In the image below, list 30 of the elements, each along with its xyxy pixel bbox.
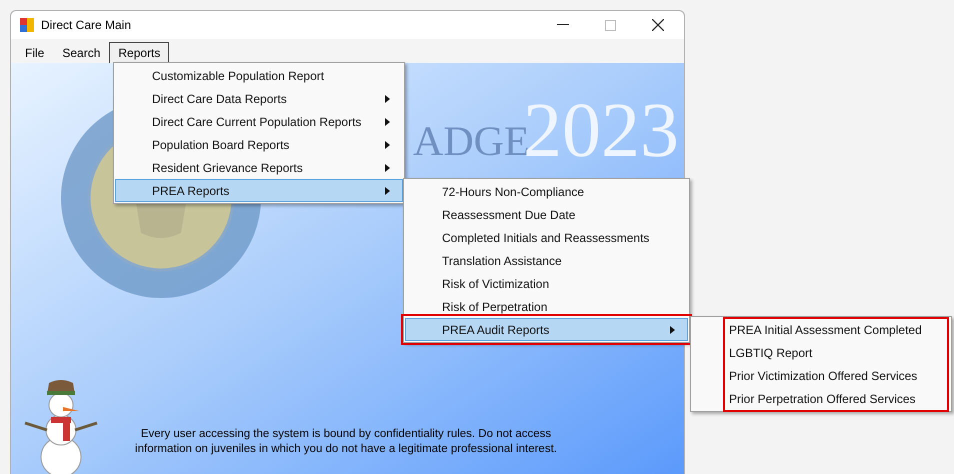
confidentiality-notice: Every user accessing the system is bound by confidentiality rules. Do not access information on juveniles in which you do not have a legitimate professional interest. bbox=[134, 427, 558, 457]
menu-item[interactable]: Resident Grievance Reports bbox=[115, 156, 403, 179]
minimize-icon[interactable] bbox=[557, 24, 569, 26]
menu-item[interactable]: Risk of Perpetration bbox=[405, 295, 688, 318]
menu-bar-item[interactable]: Reports bbox=[109, 42, 170, 63]
menu-item[interactable]: 72-Hours Non-Compliance bbox=[405, 180, 688, 203]
menu-item[interactable]: Prior Victimization Offered Services bbox=[692, 364, 950, 387]
submenu-arrow-icon bbox=[670, 326, 675, 334]
menu-item[interactable]: Translation Assistance bbox=[405, 249, 688, 272]
menu-item[interactable]: Reassessment Due Date bbox=[405, 203, 688, 226]
submenu-arrow-icon bbox=[385, 95, 390, 103]
menu-item[interactable]: Customizable Population Report bbox=[115, 64, 403, 87]
menu-item[interactable]: PREA Initial Assessment Completed bbox=[692, 318, 950, 341]
submenu-arrow-icon bbox=[385, 118, 390, 126]
menu-bar-item[interactable]: File bbox=[16, 42, 54, 63]
menu-item[interactable]: Prior Perpetration Offered Services bbox=[692, 387, 950, 410]
menu-item[interactable]: Risk of Victimization bbox=[405, 272, 688, 295]
submenu-arrow-icon bbox=[385, 187, 390, 195]
menu-item[interactable]: Direct Care Current Population Reports bbox=[115, 110, 403, 133]
menu-item[interactable]: PREA Reports bbox=[115, 179, 403, 202]
menu-item[interactable]: LGBTIQ Report bbox=[692, 341, 950, 364]
menu-item[interactable]: Completed Initials and Reassessments bbox=[405, 226, 688, 249]
menu-item[interactable]: Population Board Reports bbox=[115, 133, 403, 156]
submenu-arrow-icon bbox=[385, 164, 390, 172]
window-title: Direct Care Main bbox=[41, 17, 132, 34]
menu-item[interactable]: Direct Care Data Reports bbox=[115, 87, 403, 110]
submenu-arrow-icon bbox=[385, 141, 390, 149]
menu-bar-item[interactable]: Search bbox=[53, 42, 110, 63]
close-icon[interactable] bbox=[652, 19, 664, 31]
app-icon bbox=[19, 17, 35, 33]
